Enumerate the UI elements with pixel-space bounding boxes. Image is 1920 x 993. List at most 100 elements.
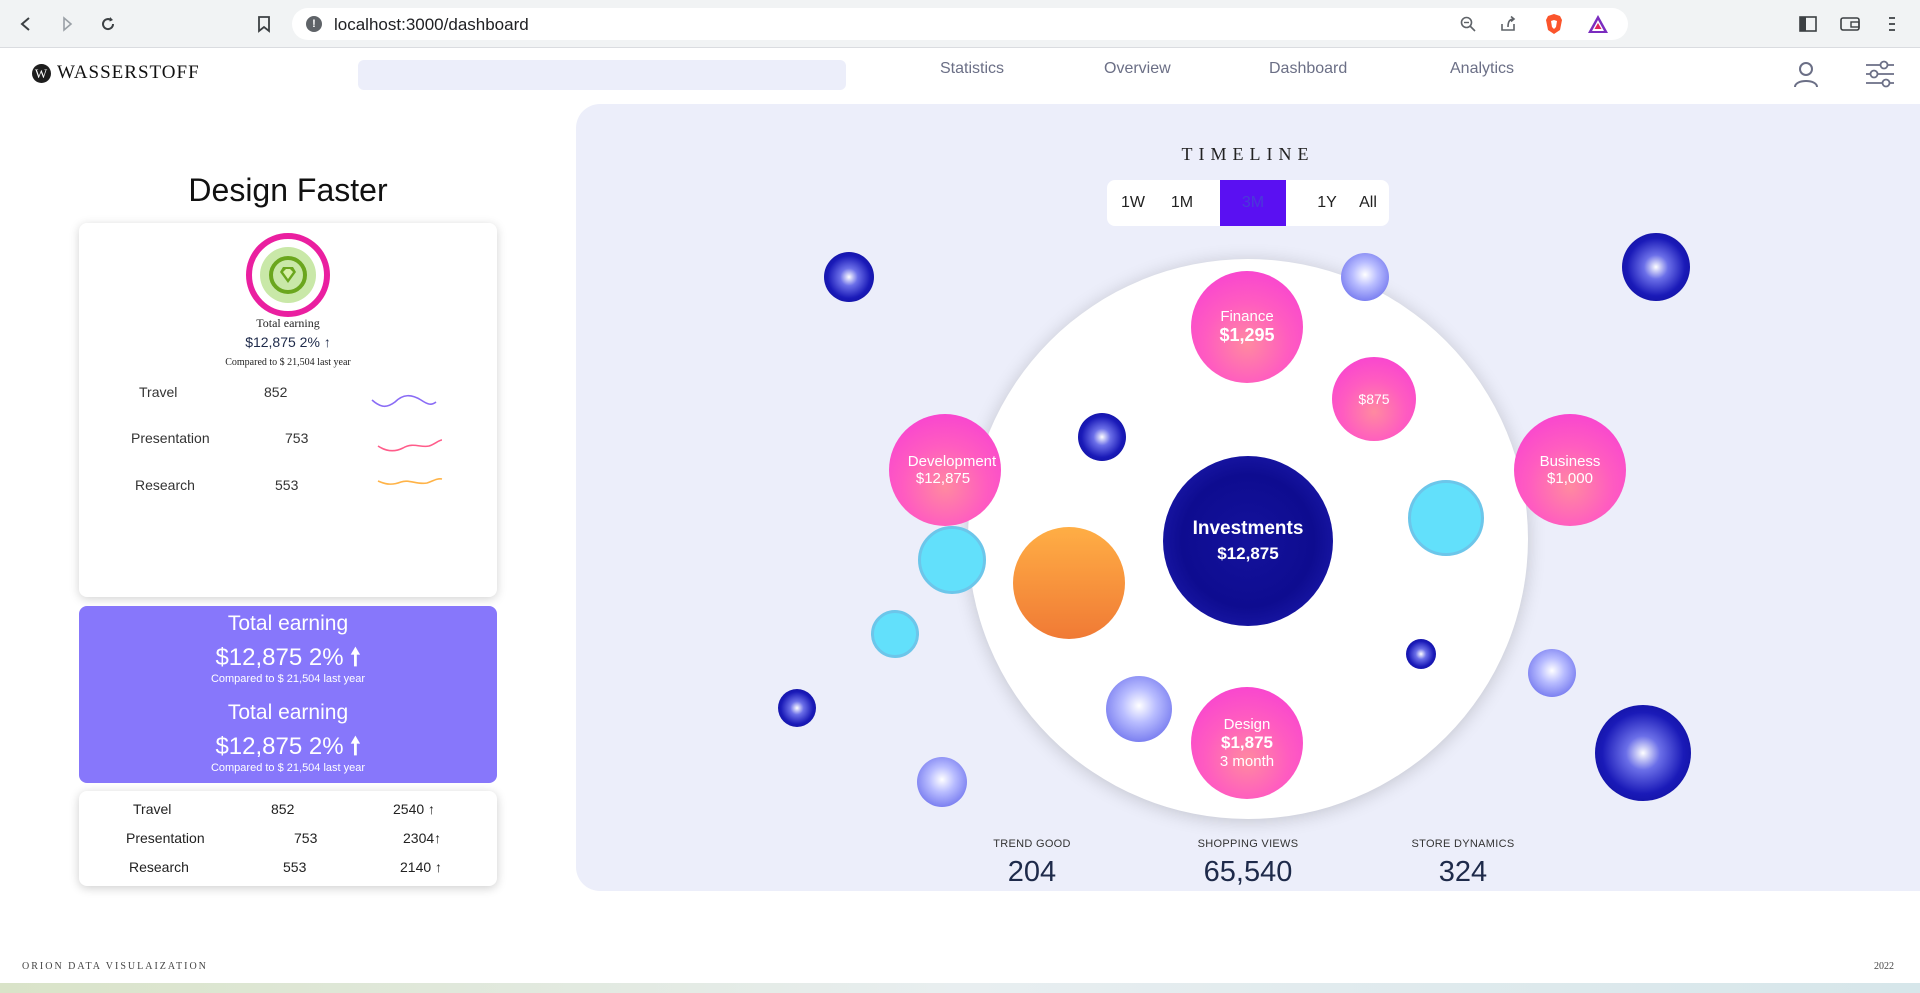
- bubble-label: Finance: [1220, 308, 1274, 325]
- brave-shield-icon[interactable]: [1542, 12, 1566, 36]
- earning-compare: Compared to $ 21,504 last year: [225, 357, 351, 368]
- earning-value: $12,875 2%: [245, 334, 320, 350]
- table-cell-name: Travel: [133, 801, 172, 817]
- table-cell-total: 2140 ↑: [400, 859, 443, 875]
- wordpress-logo-icon: W: [32, 63, 51, 83]
- decor-bubble: [1013, 527, 1125, 639]
- table-cell-name: Presentation: [126, 830, 205, 846]
- brand-name: WASSERSTOFF: [57, 62, 200, 83]
- decor-bubble: [1595, 705, 1691, 801]
- arrow-up-icon: ↑: [428, 801, 436, 817]
- summary-label: Total earning: [227, 612, 349, 635]
- range-1y[interactable]: 1Y: [1307, 180, 1347, 226]
- reload-icon[interactable]: [96, 12, 120, 36]
- decor-bubble: [1528, 649, 1576, 697]
- range-1w[interactable]: 1W: [1113, 180, 1153, 226]
- nav-analytics[interactable]: Analytics: [1450, 60, 1514, 78]
- nav-overview[interactable]: Overview: [1104, 60, 1171, 78]
- zoom-icon[interactable]: [1456, 12, 1480, 36]
- bubble-value: $875: [1358, 391, 1390, 407]
- bubble-label: Investments: [1192, 518, 1304, 539]
- bubble-design[interactable]: Design $1,875 3 month: [1191, 687, 1303, 799]
- metric-name: Travel: [139, 384, 178, 400]
- nav-statistics[interactable]: Statistics: [940, 60, 1004, 78]
- bubble-label: Development: [907, 453, 997, 470]
- metric-value: 753: [285, 430, 309, 446]
- bubble-business[interactable]: Business $1,000: [1514, 414, 1626, 526]
- table-cell-value: 553: [283, 859, 307, 875]
- arrow-up-icon: 🠕: [350, 644, 361, 671]
- bubble-note: 3 month: [1219, 753, 1275, 770]
- bookmark-icon[interactable]: [252, 12, 276, 36]
- decor-bubble: [824, 252, 874, 302]
- decor-bubble: [871, 610, 919, 658]
- stat-value: 65,540: [1203, 856, 1293, 888]
- metric-name: Presentation: [131, 430, 210, 446]
- bubble-development[interactable]: Development $12,875: [889, 414, 1001, 526]
- table-cell-total: 2304↑: [403, 830, 442, 846]
- user-icon[interactable]: [1792, 60, 1820, 88]
- search-input[interactable]: [358, 60, 846, 90]
- stat-label: STORE DYNAMICS: [1411, 838, 1515, 850]
- url-text: localhost:3000/dashboard: [334, 15, 529, 34]
- wallet-icon[interactable]: [1838, 12, 1862, 36]
- earning-ring: [246, 233, 330, 317]
- nav-dashboard[interactable]: Dashboard: [1269, 60, 1347, 78]
- summary-value: $12,875 2%: [215, 644, 344, 671]
- brave-rewards-icon[interactable]: [1586, 12, 1610, 36]
- bubble-value: $12,875: [1217, 544, 1279, 563]
- back-icon[interactable]: [14, 12, 38, 36]
- range-selector: 1W 1M 3M 1Y All: [1107, 180, 1389, 226]
- bubble-value: $1,000: [1547, 470, 1593, 487]
- arrow-up-icon: 🠕: [350, 733, 361, 760]
- decor-bubble: [1622, 233, 1690, 301]
- decor-bubble: [1078, 413, 1126, 461]
- sidebar-toggle-icon[interactable]: [1796, 12, 1820, 36]
- footer-year: 2022: [1874, 961, 1894, 972]
- presentation-sparkline: [377, 439, 443, 452]
- browser-toolbar: ! localhost:3000/dashboard: [0, 0, 1920, 48]
- share-icon[interactable]: [1496, 12, 1520, 36]
- sliders-icon[interactable]: [1864, 60, 1896, 88]
- summary-compare: Compared to $ 21,504 last year: [210, 673, 366, 685]
- footer-brand: ORION DATA VISULAIZATION: [22, 961, 208, 972]
- bubble-small[interactable]: $875: [1332, 357, 1416, 441]
- range-all[interactable]: All: [1351, 180, 1385, 226]
- bubble-value: $1,875: [1221, 733, 1273, 752]
- stat-value: 324: [1438, 856, 1488, 888]
- stat-label: SHOPPING VIEWS: [1197, 838, 1299, 850]
- menu-icon[interactable]: [1880, 12, 1904, 36]
- range-3m[interactable]: 3M: [1220, 180, 1286, 226]
- decor-bubble: [778, 689, 816, 727]
- earning-label: Total earning: [256, 316, 320, 330]
- metric-value: 852: [264, 384, 288, 400]
- earning-value-row: $12,875 2% ↑: [79, 334, 497, 350]
- bubble-investments[interactable]: Investments $12,875: [1163, 456, 1333, 626]
- stat-label: TREND GOOD: [993, 838, 1071, 850]
- decor-bubble: [1106, 676, 1172, 742]
- bubble-value: $12,875: [915, 470, 971, 487]
- address-bar[interactable]: ! localhost:3000/dashboard: [292, 8, 1628, 40]
- metric-value: 553: [275, 477, 299, 493]
- range-1m[interactable]: 1M: [1162, 180, 1202, 226]
- bottom-strip: [0, 983, 1920, 993]
- arrow-up-icon: ↑: [435, 859, 443, 875]
- table-cell-value: 852: [271, 801, 295, 817]
- earning-card: Total earning $12,875 2% ↑ Compared to $…: [79, 223, 497, 597]
- table-cell-name: Research: [129, 859, 189, 875]
- stat-value: 204: [1007, 856, 1057, 888]
- summary-value: $12,875 2%: [215, 733, 344, 760]
- arrow-up-icon: ↑: [323, 334, 331, 350]
- brand[interactable]: W WASSERSTOFF: [32, 62, 200, 84]
- decor-bubble: [917, 757, 967, 807]
- decor-bubble: [1341, 253, 1389, 301]
- bubble-label: Design: [1223, 716, 1271, 733]
- site-info-icon[interactable]: !: [306, 16, 322, 32]
- page-title: Design Faster: [188, 172, 388, 208]
- decor-bubble: [1406, 639, 1436, 669]
- forward-icon[interactable]: [55, 12, 79, 36]
- earning-summary-card: Total earning $12,875 2% 🠕 Compared to $…: [79, 606, 497, 783]
- arrow-up-icon: ↑: [434, 830, 442, 846]
- research-sparkline: [377, 478, 443, 485]
- bubble-finance[interactable]: Finance $1,295: [1191, 271, 1303, 383]
